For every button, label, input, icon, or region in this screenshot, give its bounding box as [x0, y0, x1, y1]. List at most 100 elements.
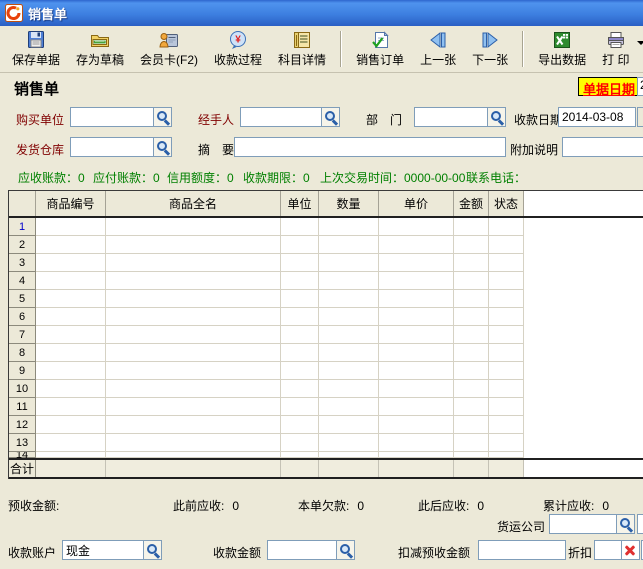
grid-cell[interactable] — [454, 218, 489, 236]
row-number-cell[interactable]: 4 — [9, 272, 36, 290]
grid-cell[interactable] — [36, 434, 106, 452]
grid-cell[interactable] — [36, 290, 106, 308]
grid-cell[interactable] — [319, 344, 379, 362]
grid-cell[interactable] — [36, 272, 106, 290]
grid-cell[interactable] — [454, 326, 489, 344]
save-document-button[interactable]: 保存单据 — [9, 28, 63, 70]
grid-cell[interactable] — [454, 380, 489, 398]
grid-cell[interactable] — [379, 452, 454, 458]
titlebar[interactable]: 销售单 — [0, 0, 643, 26]
grid-cell[interactable] — [319, 308, 379, 326]
pay-date-input[interactable] — [558, 107, 636, 127]
grid-cell[interactable] — [106, 236, 281, 254]
doc-date-button[interactable]: 单据日期 — [578, 77, 640, 96]
grid-cell[interactable] — [489, 380, 524, 398]
grid-cell[interactable] — [281, 434, 319, 452]
grid-cell[interactable] — [379, 434, 454, 452]
row-number-cell[interactable]: 12 — [9, 416, 36, 434]
row-number-cell[interactable]: 5 — [9, 290, 36, 308]
grid-cell[interactable] — [106, 380, 281, 398]
handler-lookup-button[interactable] — [322, 107, 340, 127]
grid-cell[interactable] — [319, 362, 379, 380]
grid-cell[interactable] — [379, 236, 454, 254]
row-number-cell[interactable]: 6 — [9, 308, 36, 326]
grid-cell[interactable] — [36, 398, 106, 416]
grid-cell[interactable] — [106, 416, 281, 434]
grid-cell[interactable] — [379, 344, 454, 362]
grid-cell[interactable] — [454, 416, 489, 434]
grid-cell[interactable] — [106, 272, 281, 290]
grid-cell[interactable] — [281, 362, 319, 380]
grid-cell[interactable] — [106, 326, 281, 344]
row-number-cell[interactable]: 9 — [9, 362, 36, 380]
grid-cell[interactable] — [379, 254, 454, 272]
grid-cell[interactable] — [281, 290, 319, 308]
discount-input[interactable] — [594, 540, 622, 560]
grid-cell[interactable] — [106, 344, 281, 362]
amount-input[interactable] — [267, 540, 337, 560]
grid-cell[interactable] — [36, 380, 106, 398]
print-dropdown-arrow-icon[interactable] — [637, 41, 643, 45]
grid-cell[interactable] — [454, 308, 489, 326]
grid-cell[interactable] — [489, 254, 524, 272]
grid-cell[interactable] — [36, 452, 106, 458]
grid-cell[interactable] — [319, 452, 379, 458]
row-number-cell[interactable]: 13 — [9, 434, 36, 452]
grid-cell[interactable] — [281, 452, 319, 458]
grid-cell[interactable] — [454, 362, 489, 380]
grid-cell[interactable] — [319, 218, 379, 236]
grid-cell[interactable] — [36, 254, 106, 272]
grid-cell[interactable] — [489, 236, 524, 254]
grid-cell[interactable] — [36, 326, 106, 344]
grid-cell[interactable] — [281, 380, 319, 398]
grid-cell[interactable] — [489, 362, 524, 380]
grid-cell[interactable] — [454, 254, 489, 272]
freight-company-input[interactable] — [549, 514, 617, 534]
subject-details-button[interactable]: 科目详情 — [275, 28, 329, 70]
grid-cell[interactable] — [319, 272, 379, 290]
grid-cell[interactable] — [36, 416, 106, 434]
next-button[interactable]: 下一张 — [469, 28, 511, 70]
row-number-cell[interactable]: 2 — [9, 236, 36, 254]
grid-cell[interactable] — [454, 290, 489, 308]
row-number-cell[interactable]: 1 — [9, 218, 36, 236]
grid-cell[interactable] — [489, 452, 524, 458]
grid-cell[interactable] — [319, 290, 379, 308]
grid-cell[interactable] — [379, 416, 454, 434]
grid-cell[interactable] — [489, 218, 524, 236]
grid-cell[interactable] — [379, 362, 454, 380]
row-number-cell[interactable]: 8 — [9, 344, 36, 362]
grid-cell[interactable] — [489, 326, 524, 344]
grid-cell[interactable] — [106, 290, 281, 308]
grid-cell[interactable] — [281, 398, 319, 416]
clear-discount-button[interactable] — [622, 540, 640, 560]
grid-cell[interactable] — [281, 344, 319, 362]
sales-order-button[interactable]: 销售订单 — [353, 28, 407, 70]
grid-cell[interactable] — [454, 452, 489, 458]
buyer-lookup-button[interactable] — [154, 107, 172, 127]
grid-cell[interactable] — [489, 308, 524, 326]
grid-cell[interactable] — [319, 416, 379, 434]
grid-cell[interactable] — [281, 326, 319, 344]
grid-cell[interactable] — [106, 218, 281, 236]
grid-cell[interactable] — [106, 308, 281, 326]
deduct-prepaid-input[interactable] — [478, 540, 566, 560]
cutoff-control[interactable] — [637, 514, 643, 534]
account-input[interactable] — [62, 540, 144, 560]
department-input[interactable] — [414, 107, 488, 127]
extra-note-input[interactable] — [562, 137, 643, 157]
grid-cell[interactable] — [36, 344, 106, 362]
grid-cell[interactable] — [379, 308, 454, 326]
row-number-cell[interactable]: 11 — [9, 398, 36, 416]
grid-cell[interactable] — [106, 362, 281, 380]
grid-cell[interactable] — [319, 236, 379, 254]
grid-cell[interactable] — [489, 434, 524, 452]
previous-button[interactable]: 上一张 — [417, 28, 459, 70]
grid-cell[interactable] — [319, 326, 379, 344]
grid-cell[interactable] — [281, 218, 319, 236]
grid-cell[interactable] — [454, 434, 489, 452]
pay-date-dropdown-clipped[interactable] — [637, 107, 643, 127]
member-card-button[interactable]: 会员卡(F2) — [137, 28, 201, 70]
grid-cell[interactable] — [379, 326, 454, 344]
buyer-input[interactable] — [70, 107, 154, 127]
